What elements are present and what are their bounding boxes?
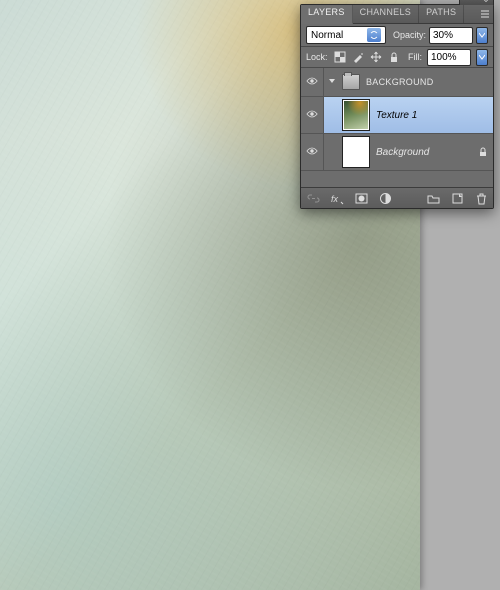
- visibility-toggle[interactable]: [301, 134, 324, 170]
- visibility-toggle[interactable]: [301, 97, 324, 133]
- svg-text:fx: fx: [331, 194, 339, 204]
- chevron-down-icon: [328, 77, 336, 88]
- lock-label: Lock:: [306, 52, 328, 62]
- panel-menu-icon[interactable]: [477, 5, 493, 23]
- layer-group[interactable]: BACKGROUND: [324, 71, 493, 93]
- panel-footer: fx: [301, 187, 493, 208]
- eye-icon: [306, 109, 318, 122]
- lock-all-icon[interactable]: [387, 50, 401, 64]
- eye-icon: [306, 76, 318, 89]
- opacity-slider-caret[interactable]: [476, 27, 488, 44]
- tab-layers[interactable]: LAYERS: [301, 5, 353, 24]
- tab-paths[interactable]: PATHS: [419, 5, 464, 23]
- layer-thumbnail: [342, 99, 370, 131]
- opacity-label: Opacity:: [393, 30, 426, 40]
- layer-list: BACKGROUND Texture 1: [301, 68, 493, 187]
- trash-icon[interactable]: [473, 190, 489, 206]
- opacity-input[interactable]: 30%: [429, 27, 473, 44]
- lock-icon: [477, 146, 489, 158]
- new-group-icon[interactable]: [425, 190, 441, 206]
- fill-input[interactable]: 100%: [427, 49, 471, 66]
- layer-row: Background: [301, 134, 493, 171]
- blend-mode-caret-icon: [367, 28, 381, 42]
- link-layers-icon: [305, 190, 321, 206]
- fill-slider-caret[interactable]: [476, 49, 488, 66]
- workspace: LAYERS CHANNELS PATHS Normal Opacity: 30…: [0, 0, 500, 590]
- lock-transparent-icon[interactable]: [333, 50, 347, 64]
- blend-mode-select[interactable]: Normal: [306, 26, 386, 44]
- fill-label: Fill:: [408, 52, 422, 62]
- tab-channels[interactable]: CHANNELS: [353, 5, 419, 23]
- lock-pixels-icon[interactable]: [351, 50, 365, 64]
- eye-icon: [306, 146, 318, 159]
- folder-icon: [342, 74, 360, 90]
- layer-group-label: BACKGROUND: [366, 77, 434, 87]
- layer-group-row: BACKGROUND: [301, 68, 493, 97]
- layer-background[interactable]: Background: [324, 134, 493, 170]
- layer-list-empty[interactable]: [301, 171, 493, 187]
- layer-row: Texture 1: [301, 97, 493, 134]
- visibility-toggle[interactable]: [301, 68, 324, 96]
- blend-mode-value: Normal: [311, 30, 343, 41]
- layer-thumbnail: [342, 136, 370, 168]
- layer-texture-1[interactable]: Texture 1: [324, 97, 493, 133]
- layer-label: Texture 1: [376, 110, 417, 121]
- mask-icon[interactable]: [353, 190, 369, 206]
- adjustment-layer-icon[interactable]: [377, 190, 393, 206]
- new-layer-icon[interactable]: [449, 190, 465, 206]
- fx-icon[interactable]: fx: [329, 190, 345, 206]
- layers-panel: LAYERS CHANNELS PATHS Normal Opacity: 30…: [300, 4, 494, 209]
- panel-collapse-handle[interactable]: [459, 0, 494, 5]
- layer-label: Background: [376, 147, 429, 158]
- lock-position-icon[interactable]: [369, 50, 383, 64]
